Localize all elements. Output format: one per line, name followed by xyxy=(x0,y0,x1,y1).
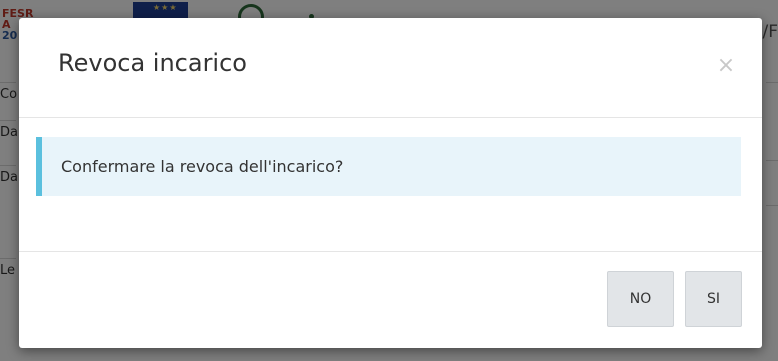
confirmation-message: Confermare la revoca dell'incarico? xyxy=(61,157,344,176)
modal-footer: NO SI xyxy=(19,251,762,348)
yes-button[interactable]: SI xyxy=(685,271,742,327)
no-button[interactable]: NO xyxy=(607,271,674,327)
revoke-assignment-dialog: Revoca incarico × Confermare la revoca d… xyxy=(19,18,762,348)
close-icon[interactable]: × xyxy=(716,55,736,77)
modal-title: Revoca incarico xyxy=(58,49,247,77)
modal-header: Revoca incarico × xyxy=(19,18,762,118)
page: FESR A 20 ★★★ i/F Co Da Da Le Revoca inc… xyxy=(0,0,778,361)
modal-body: Confermare la revoca dell'incarico? xyxy=(19,118,762,252)
info-alert: Confermare la revoca dell'incarico? xyxy=(36,137,741,196)
